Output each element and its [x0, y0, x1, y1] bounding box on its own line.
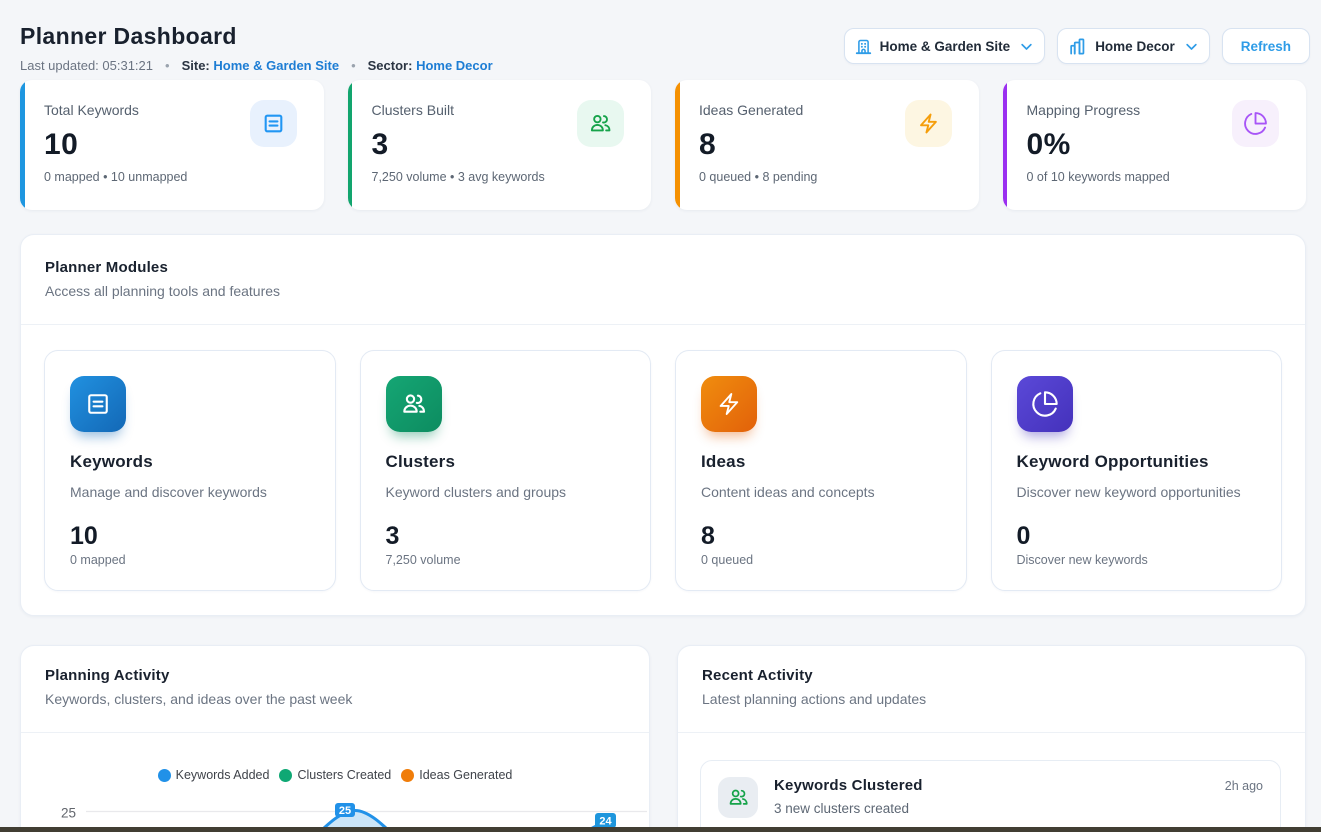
svg-text:25: 25	[61, 806, 76, 821]
svg-text:25: 25	[339, 805, 351, 817]
svg-text:24: 24	[599, 816, 612, 828]
